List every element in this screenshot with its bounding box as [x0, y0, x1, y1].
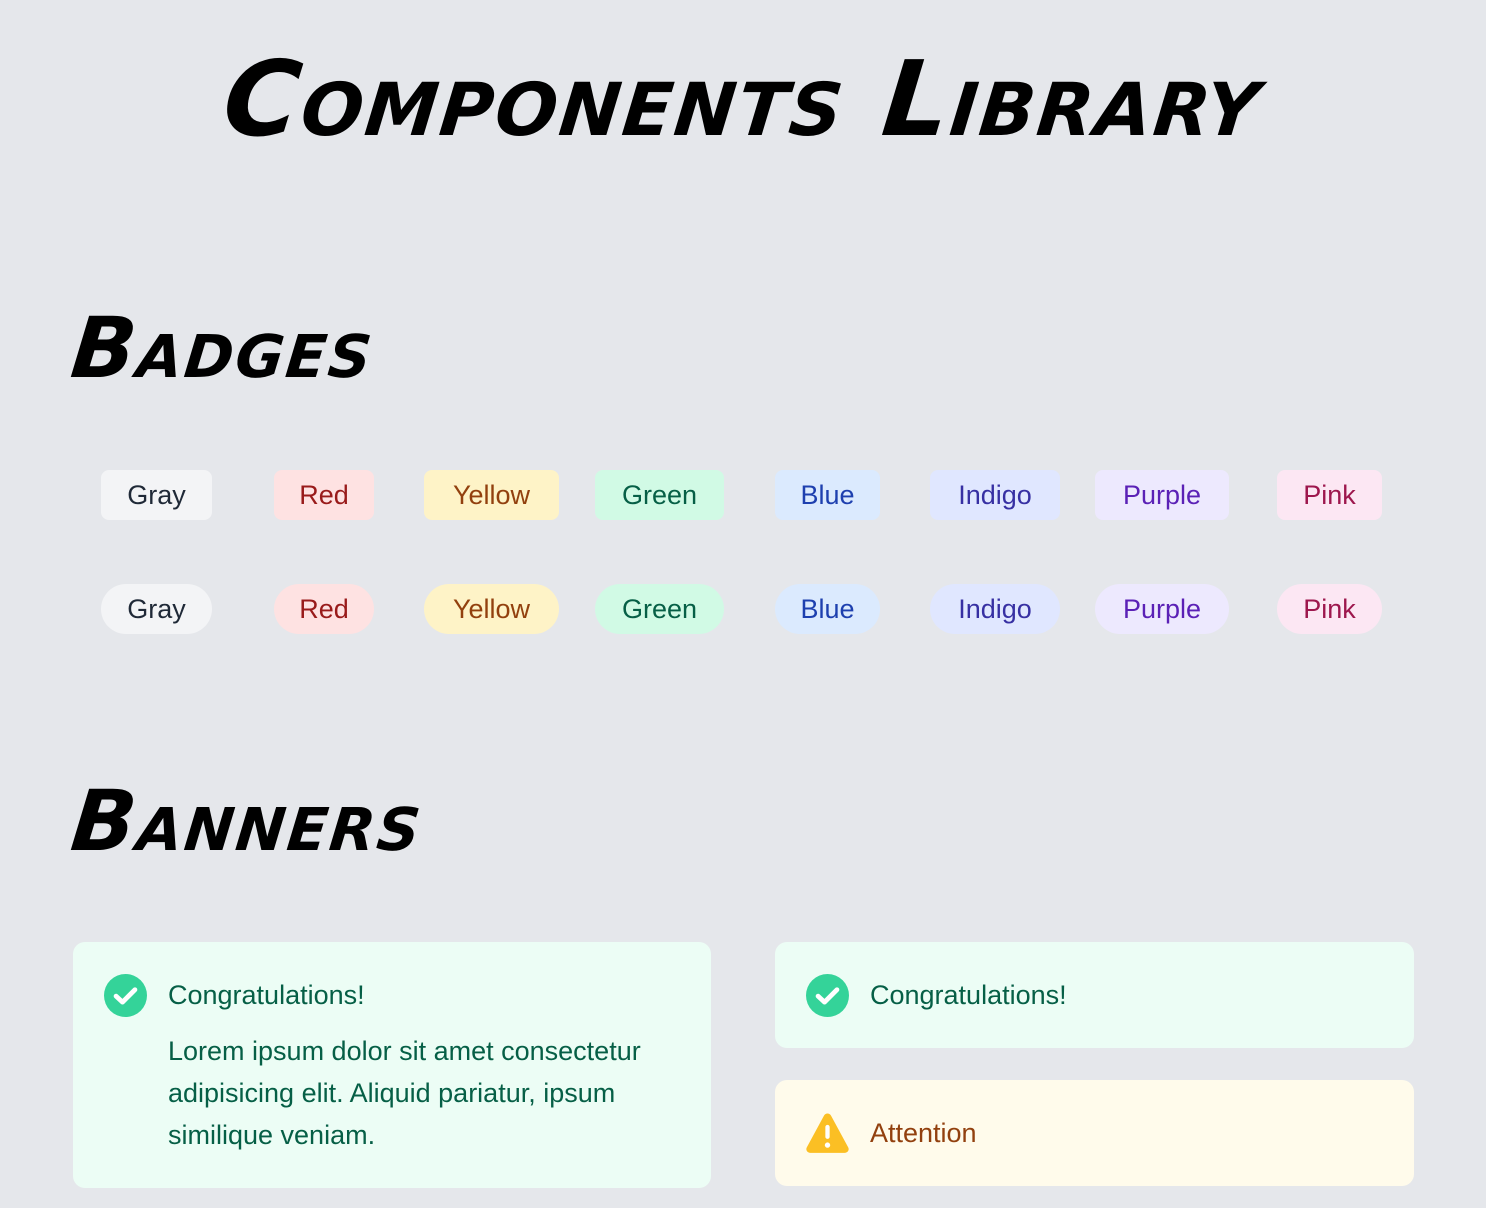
- badge-gray-rounded: Gray: [101, 470, 212, 520]
- badge-red-pill: Red: [274, 584, 374, 634]
- badge-pink-pill: Pink: [1277, 584, 1382, 634]
- badge-purple-pill: Purple: [1095, 584, 1229, 634]
- check-circle-icon: [104, 974, 147, 1017]
- section-title-badges: Badges: [66, 299, 380, 397]
- badge-red-rounded: Red: [274, 470, 374, 520]
- page: Components Library Badges Gray Red Yello…: [0, 0, 1486, 1208]
- warning-triangle-icon: [806, 1113, 849, 1153]
- page-title: Components Library: [217, 38, 1269, 160]
- badge-green-rounded: Green: [595, 470, 724, 520]
- badge-indigo-pill: Indigo: [930, 584, 1060, 634]
- badge-indigo-rounded: Indigo: [930, 470, 1060, 520]
- check-circle-icon: [806, 974, 849, 1017]
- banner-body: Lorem ipsum dolor sit amet consectetur a…: [168, 1036, 641, 1150]
- badge-yellow-pill: Yellow: [424, 584, 559, 634]
- banner-title: Congratulations!: [870, 980, 1067, 1010]
- banner-title: Congratulations!: [168, 980, 365, 1010]
- badge-purple-rounded: Purple: [1095, 470, 1229, 520]
- banner-title: Attention: [870, 1118, 977, 1148]
- badge-gray-pill: Gray: [101, 584, 212, 634]
- banner-warning: Attention: [775, 1080, 1414, 1186]
- banner-success-detailed: Congratulations! Lorem ipsum dolor sit a…: [73, 942, 711, 1188]
- badge-pink-rounded: Pink: [1277, 470, 1382, 520]
- section-title-banners: Banners: [66, 772, 428, 870]
- badge-blue-pill: Blue: [775, 584, 880, 634]
- banner-success-simple: Congratulations!: [775, 942, 1414, 1048]
- badge-yellow-rounded: Yellow: [424, 470, 559, 520]
- badge-blue-rounded: Blue: [775, 470, 880, 520]
- badge-green-pill: Green: [595, 584, 724, 634]
